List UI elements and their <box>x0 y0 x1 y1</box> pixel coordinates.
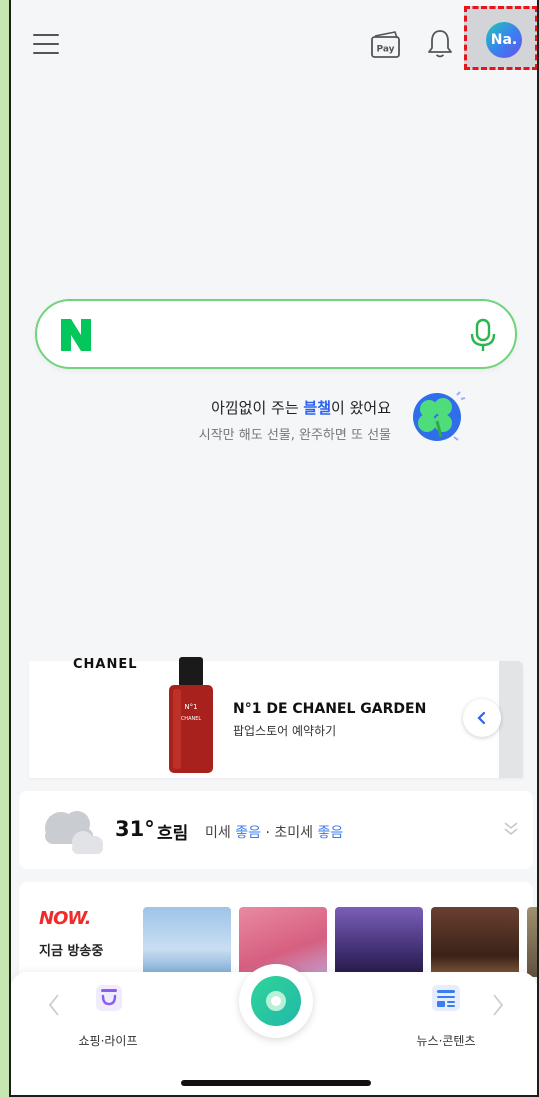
notification-button[interactable] <box>423 26 457 60</box>
ad-subtitle: 팝업스토어 예약하기 <box>233 724 337 738</box>
home-indicator[interactable] <box>181 1080 371 1086</box>
search-box[interactable] <box>35 299 517 369</box>
nav-shopping-label: 쇼핑·라이프 <box>78 1034 138 1048</box>
search-input[interactable] <box>117 315 437 353</box>
news-icon <box>432 985 460 1011</box>
perfume-bottle-image: N°1 CHANEL <box>169 657 213 773</box>
live-thumbnail[interactable] <box>431 907 519 977</box>
air-quality: 미세 좋음 · 초미세 좋음 <box>205 825 344 841</box>
live-thumbnail[interactable] <box>143 907 231 977</box>
top-bar: Pay Na. <box>11 0 537 90</box>
promo-title: 아낌없이 주는 블챌이 왔어요 <box>211 399 391 417</box>
bell-icon <box>428 30 452 58</box>
blog-challenge-promo[interactable]: 아낌없이 주는 블챌이 왔어요 시작만 해도 선물, 완주하면 또 선물 <box>161 391 471 449</box>
weather-card[interactable]: 31° 흐림 미세 좋음 · 초미세 좋음 <box>19 791 533 869</box>
pay-label: Pay <box>376 45 394 55</box>
profile-button[interactable]: Na. <box>464 6 537 70</box>
ad-brand: CHANEL <box>73 657 138 672</box>
nav-news-label: 뉴스·콘텐츠 <box>416 1034 476 1048</box>
temperature: 31° <box>115 817 155 841</box>
green-dot-icon <box>266 991 286 1011</box>
weather-condition: 흐림 <box>157 824 189 844</box>
promo-subtitle: 시작만 해도 선물, 완주하면 또 선물 <box>198 428 391 443</box>
avatar: Na. <box>486 22 522 58</box>
now-live-label: 지금 방송중 <box>39 944 104 959</box>
svg-text:N°1: N°1 <box>184 703 197 711</box>
pay-button[interactable]: Pay <box>369 28 403 60</box>
live-thumbnail[interactable] <box>335 907 423 977</box>
ad-title: N°1 DE CHANEL GARDEN <box>233 701 427 717</box>
chevron-left-icon[interactable] <box>45 992 63 1018</box>
menu-button[interactable] <box>33 32 63 56</box>
bottom-navigation: 쇼핑·라이프 뉴스·콘텐츠 <box>11 964 537 1095</box>
naver-logo-icon <box>61 319 91 351</box>
chevron-left-icon <box>477 711 486 725</box>
chevron-down-icon[interactable] <box>502 819 520 837</box>
green-dot-button[interactable] <box>239 964 313 1038</box>
chevron-right-icon[interactable] <box>489 992 507 1018</box>
svg-text:CHANEL: CHANEL <box>181 716 202 722</box>
nav-shopping-life[interactable]: 쇼핑·라이프 <box>63 982 153 1052</box>
mic-icon[interactable] <box>467 317 499 353</box>
live-thumbnail[interactable] <box>527 907 537 977</box>
nav-news-contents[interactable]: 뉴스·콘텐츠 <box>401 982 491 1052</box>
pay-icon: Pay <box>371 31 400 58</box>
phone-screen: Pay Na. 아낌없이 주는 블챌이 왔어요 시작만 해도 선물, 완주하면 … <box>9 0 539 1097</box>
shopping-bag-icon <box>96 985 122 1011</box>
ad-prev-button[interactable] <box>463 699 501 737</box>
menu-icon <box>33 34 59 36</box>
cloud-icon <box>45 811 103 854</box>
now-logo: NOW. <box>39 908 91 929</box>
clover-icon <box>413 391 466 441</box>
ad-banner[interactable]: CHANEL N°1 CHANEL N°1 DE CHANEL GARDEN 팝… <box>29 657 523 778</box>
